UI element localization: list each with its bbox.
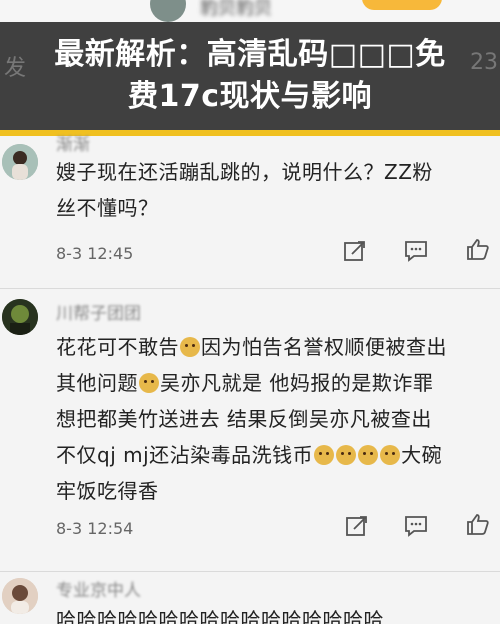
headline-line-1: 最新解析：高清乱码□□□免 [54, 37, 446, 72]
comment-text: 嫂子现在还活蹦乱跳的，说明什么？ZZ粉 丝不懂吗？ [56, 154, 433, 226]
username[interactable]: 专业京中人 [56, 576, 141, 601]
emoji-icon [139, 373, 159, 393]
avatar[interactable] [150, 0, 186, 22]
timestamp: 8-3 12:45 [56, 244, 134, 263]
emoji-icon [180, 337, 200, 357]
comment-item: 川帮子团团 花花可不敢告 因为怕告名誉权顺便被查出 其他问题 吴亦凡就是 他妈报的是… [0, 289, 500, 571]
comment-line: 嫂子现在还活蹦乱跳的，说明什么？ZZ粉 [56, 160, 433, 184]
thumbs-up-icon[interactable] [466, 513, 490, 535]
comment-line: 丝不懂吗？ [56, 196, 159, 220]
emoji-icon [336, 445, 357, 465]
share-icon[interactable] [345, 515, 369, 537]
avatar[interactable] [2, 578, 38, 614]
comment-line: 不仅qj mj还沾染毒品洗钱币 大碗 [56, 443, 443, 467]
comment-line: 牢饭吃得香 [56, 479, 159, 503]
thumbs-up-icon[interactable] [466, 238, 490, 260]
headline-banner: 发 23 最新解析：高清乱码□□□免 费17c现状与影响 [0, 22, 500, 130]
comment-line: 其他问题 吴亦凡就是 他妈报的是欺诈罪 [56, 371, 434, 395]
comment-item: 专业京中人 哈哈哈哈哈哈哈哈哈哈哈哈哈哈哈哈 [0, 572, 500, 624]
comment-text: 哈哈哈哈哈哈哈哈哈哈哈哈哈哈哈哈 [56, 608, 384, 624]
comment-item: 渐渐 嫂子现在还活蹦乱跳的，说明什么？ZZ粉 丝不懂吗？ 8-3 12:45 [0, 135, 500, 288]
username[interactable]: 豹贝豹贝 [200, 0, 272, 20]
comment-icon[interactable] [404, 515, 428, 537]
comment-text: 花花可不敢告 因为怕告名誉权顺便被查出 其他问题 吴亦凡就是 他妈报的是欺诈罪 想把… [56, 329, 447, 509]
emoji-icon [358, 445, 379, 465]
top-strip: 豹贝豹贝 [0, 0, 500, 22]
emoji-icon [380, 445, 401, 465]
avatar[interactable] [2, 144, 38, 180]
avatar[interactable] [2, 299, 38, 335]
comment-line: 想把都美竹送进去 结果反倒吴亦凡被查出 [56, 407, 432, 431]
headline-line-2: 费17c现状与影响 [127, 79, 373, 114]
headline-title: 最新解析：高清乱码□□□免 费17c现状与影响 [0, 34, 500, 118]
emoji-icon [314, 445, 335, 465]
share-icon[interactable] [343, 240, 367, 262]
username[interactable]: 渐渐 [56, 130, 90, 155]
username[interactable]: 川帮子团团 [56, 299, 141, 324]
timestamp: 8-3 12:54 [56, 519, 134, 538]
comment-line: 花花可不敢告 因为怕告名誉权顺便被查出 [56, 335, 447, 359]
comment-icon[interactable] [404, 240, 428, 262]
follow-button[interactable] [362, 0, 442, 10]
